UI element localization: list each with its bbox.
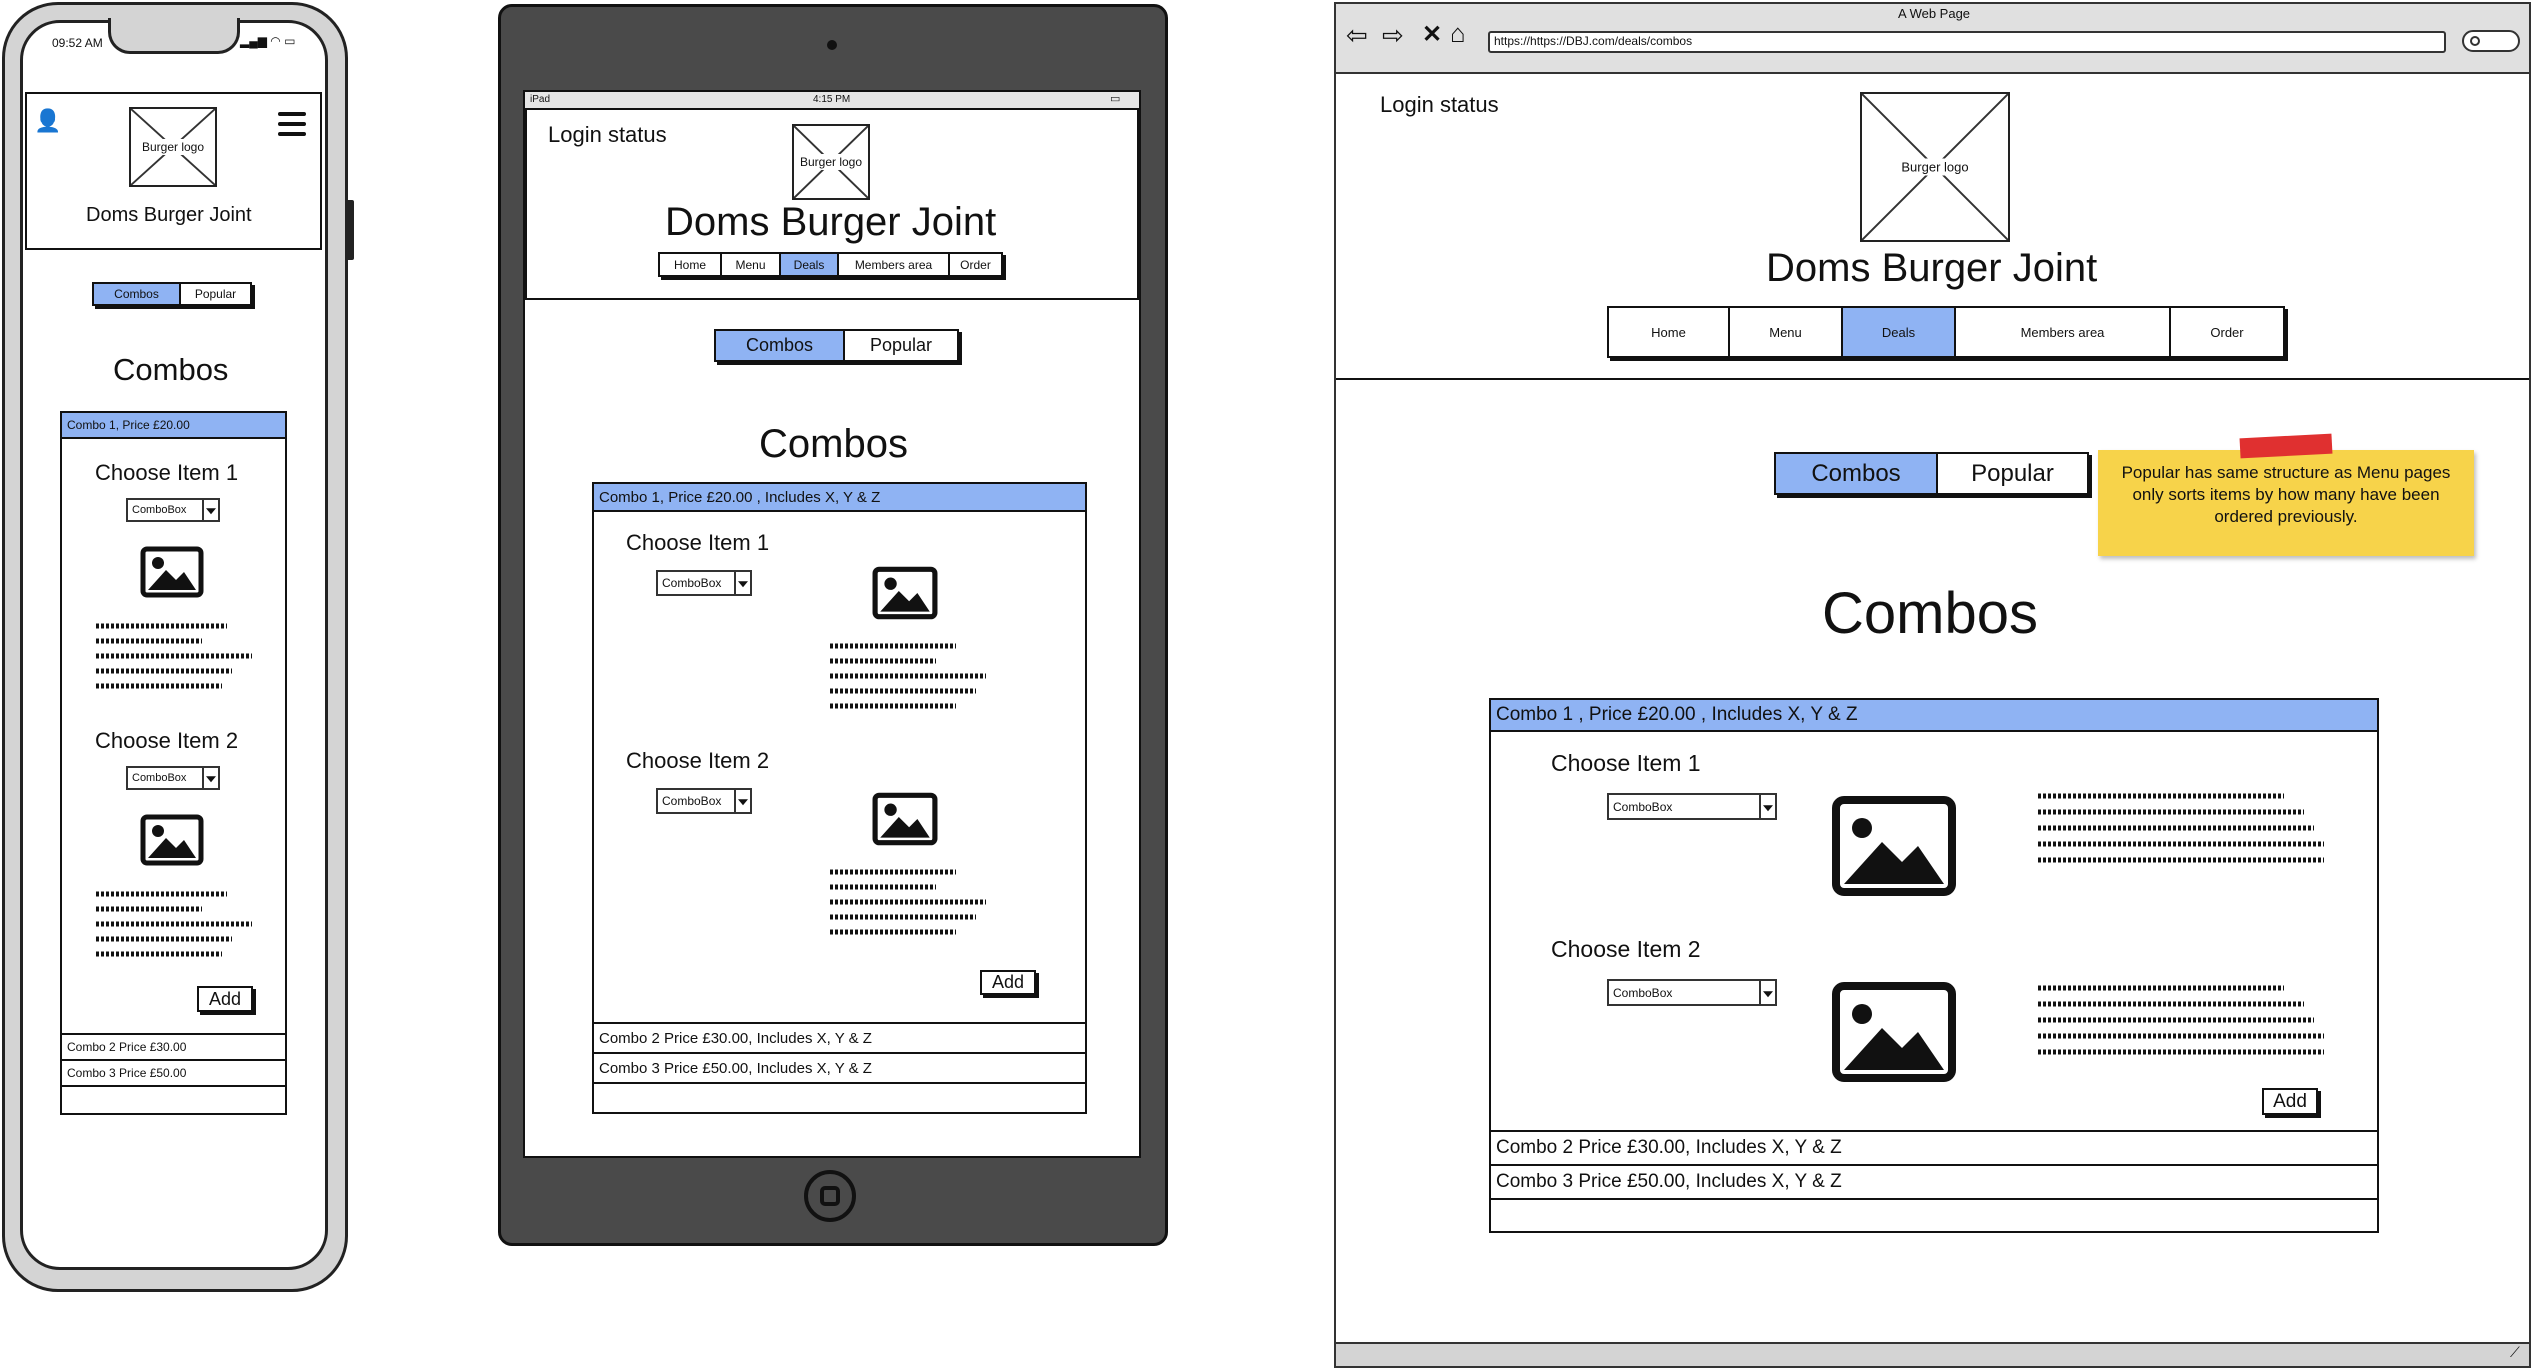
placeholder-text [2038,985,2324,1055]
nav-deals[interactable]: Deals [779,254,837,275]
browser-tabs: Combos Popular [1774,452,2089,495]
browser-window-title: A Web Page [1898,6,1971,21]
phone-item1-combobox[interactable]: ComboBox [126,498,220,522]
placeholder-text [96,891,252,957]
image-icon [872,792,938,846]
nav-menu[interactable]: Menu [720,254,779,275]
tablet-add-button[interactable]: Add [980,970,1036,995]
forward-icon[interactable]: ⇨ [1382,20,1404,51]
tablet-item1-combobox[interactable]: ComboBox [656,570,752,596]
tablet-combo1-header[interactable]: Combo 1, Price £20.00 , Includes X, Y & … [592,482,1087,512]
phone-side-button [346,200,354,260]
phone-add-button[interactable]: Add [197,986,253,1012]
browser-status-bar [1336,1342,2529,1366]
browser-add-button[interactable]: Add [2262,1088,2318,1115]
image-icon [140,546,204,598]
nav-home[interactable]: Home [1609,308,1728,356]
nav-order[interactable]: Order [948,254,1001,275]
tablet-combo3-row[interactable]: Combo 3 Price £50.00, Includes X, Y & Z [592,1052,1087,1084]
hamburger-menu-icon[interactable] [278,112,306,136]
browser-choose-item-1: Choose Item 1 [1551,750,1701,776]
phone-combo1-header[interactable]: Combo 1, Price £20.00 [60,411,287,439]
tablet-status-time: 4:15 PM [813,94,851,105]
tablet-burger-logo: Burger logo [792,124,870,200]
nav-home[interactable]: Home [660,254,720,275]
browser-burger-logo: Burger logo [1860,92,2010,242]
phone-page-heading: Combos [113,352,229,387]
tablet-login-status[interactable]: Login status [548,122,667,148]
nav-members-area[interactable]: Members area [1954,308,2169,356]
tablet-combo2-row[interactable]: Combo 2 Price £30.00, Includes X, Y & Z [592,1022,1087,1054]
phone-tabs: Combos Popular [92,282,252,306]
phone-site-title: Doms Burger Joint [86,204,252,226]
tab-combos[interactable]: Combos [716,331,843,360]
nav-order[interactable]: Order [2169,308,2283,356]
tablet-item2-combobox[interactable]: ComboBox [656,788,752,814]
browser-page-heading: Combos [1822,581,2038,646]
stop-icon[interactable]: ✕ [1422,20,1442,49]
phone-status-icons: ▂▄▆ ◠ ▭ [240,34,296,48]
battery-icon: ▭ [1110,93,1121,105]
nav-deals[interactable]: Deals [1841,308,1954,356]
url-text: https://https://DBJ.com/deals/combos [1494,34,1693,48]
resize-grip-icon[interactable]: ⟋ [2510,1344,2520,1361]
nav-menu[interactable]: Menu [1728,308,1841,356]
back-icon[interactable]: ⇦ [1346,20,1368,51]
browser-login-status[interactable]: Login status [1380,92,1499,118]
browser-combo1-header[interactable]: Combo 1 , Price £20.00 , Includes X, Y &… [1489,698,2379,732]
browser-item2-combobox[interactable]: ComboBox [1607,979,1777,1006]
placeholder-text [2038,793,2324,863]
tablet-home-button-inner [820,1186,840,1206]
phone-burger-logo: Burger logo [129,107,217,187]
browser-nav-bar: Home Menu Deals Members area Order [1607,306,2285,358]
tablet-site-title: Doms Burger Joint [665,200,997,244]
phone-notch [108,18,240,54]
nav-members-area[interactable]: Members area [837,254,948,275]
phone-item2-combobox[interactable]: ComboBox [126,766,220,790]
browser-item1-combobox[interactable]: ComboBox [1607,793,1777,820]
phone-choose-item-1: Choose Item 1 [95,460,239,485]
phone-status-time: 09:52 AM [52,36,103,50]
tablet-status-left: iPad [530,94,551,105]
browser-combo2-row[interactable]: Combo 2 Price £30.00, Includes X, Y & Z [1489,1130,2379,1166]
phone-combo2-row[interactable]: Combo 2 Price £30.00 [60,1033,287,1061]
placeholder-text [96,623,252,689]
search-icon-lens [2470,36,2480,46]
phone-combo3-row[interactable]: Combo 3 Price £50.00 [60,1059,287,1087]
tablet-tabs: Combos Popular [714,329,959,362]
tablet-camera [827,40,837,50]
add-user-icon[interactable]: 👤 [34,108,61,134]
tab-combos[interactable]: Combos [1776,454,1936,493]
tab-popular[interactable]: Popular [179,284,250,304]
sticky-note-text: Popular has same structure as Menu pages… [2121,463,2451,526]
placeholder-text [830,869,986,935]
browser-combo3-row[interactable]: Combo 3 Price £50.00, Includes X, Y & Z [1489,1164,2379,1200]
tab-popular[interactable]: Popular [1936,454,2087,493]
browser-choose-item-2: Choose Item 2 [1551,936,1701,962]
tablet-choose-item-1: Choose Item 1 [626,530,770,555]
tablet-choose-item-2: Choose Item 2 [626,748,770,773]
tab-popular[interactable]: Popular [843,331,957,360]
browser-site-title: Doms Burger Joint [1766,246,2098,290]
image-icon [140,814,204,866]
image-icon [1832,982,1956,1082]
tablet-nav-bar: Home Menu Deals Members area Order [658,252,1003,277]
image-icon [1832,796,1956,896]
tablet-page-heading: Combos [759,422,908,466]
phone-choose-item-2: Choose Item 2 [95,728,239,753]
placeholder-text [830,643,986,709]
image-icon [872,566,938,620]
home-icon[interactable]: ⌂ [1450,18,1466,49]
tab-combos[interactable]: Combos [94,284,179,304]
